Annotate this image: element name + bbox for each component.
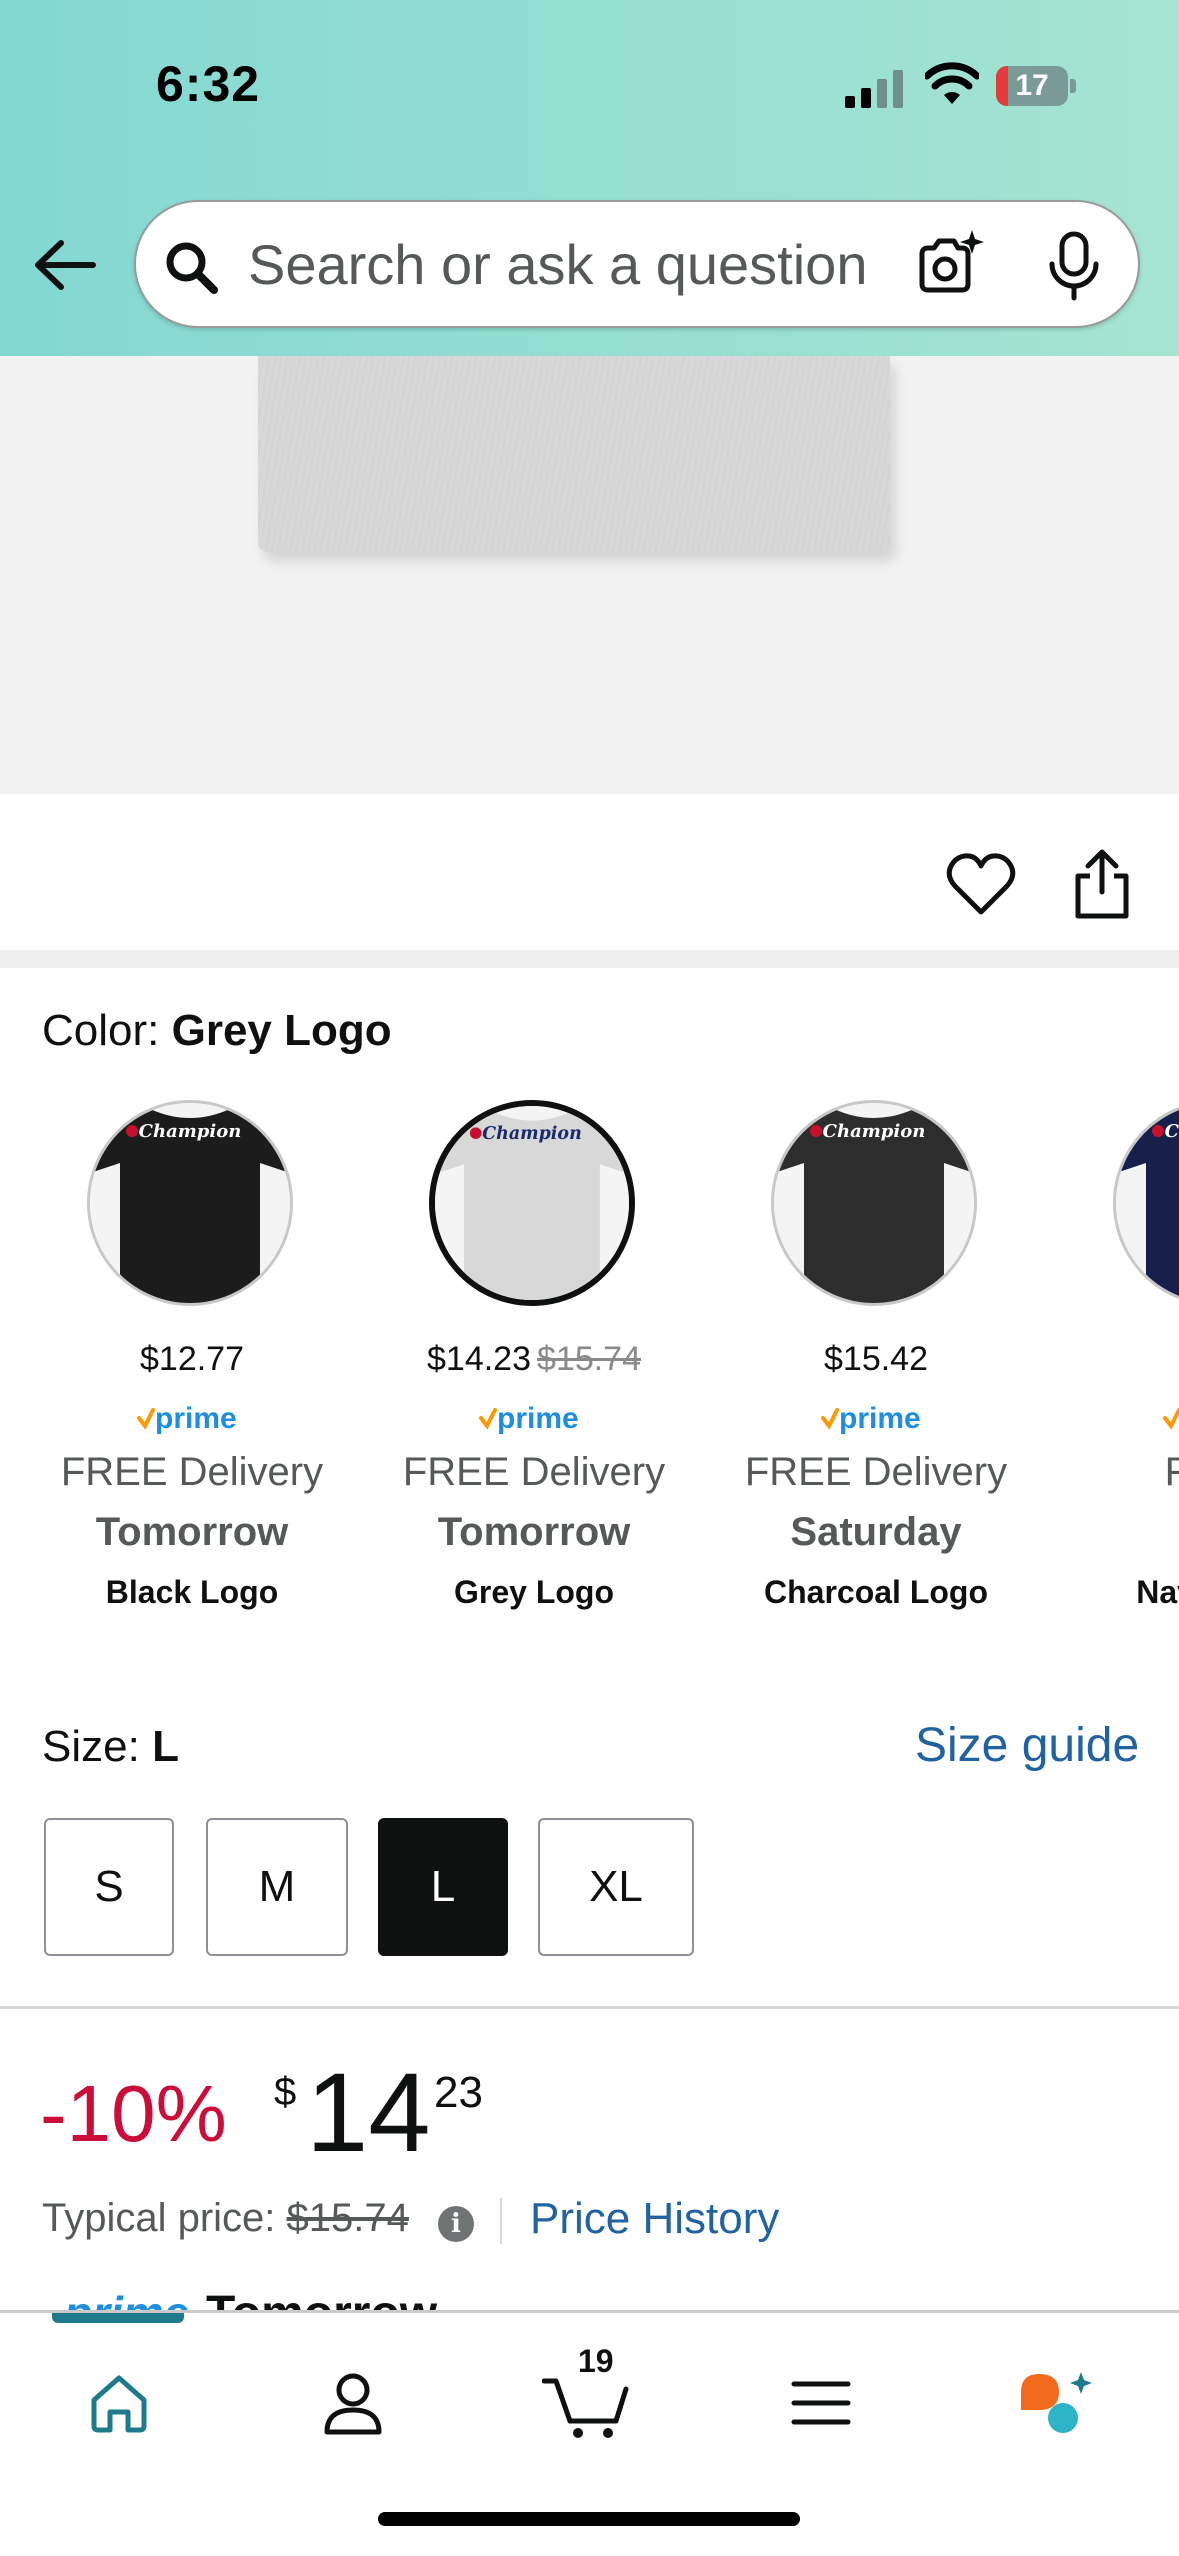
search-bar[interactable]: Search or ask a question [134, 200, 1140, 328]
nav-rufus[interactable] [1000, 2353, 1110, 2453]
color-swatch-carousel[interactable]: Champion $12.77 prime FREE Delivery Tomorrow… [0, 1090, 1179, 1650]
active-tab-indicator [52, 2313, 184, 2323]
swatch-color-name: Navy Logo [1136, 1574, 1179, 1610]
header: 6:32 17 Search or ask a question [0, 0, 1179, 356]
arrow-left-icon [35, 240, 96, 290]
size-guide-link[interactable]: Size guide [915, 1718, 1139, 1773]
svg-text:prime: prime [155, 1402, 237, 1435]
svg-text:Champion: Champion [482, 1124, 582, 1144]
swatch-delivery: FREE [1164, 1450, 1179, 1494]
menu-icon [791, 2381, 851, 2425]
size-label: Size: L [42, 1722, 179, 1771]
tshirt-icon: Champion [90, 1103, 290, 1303]
color-swatch[interactable]: Champion $12.77 prime FREE Delivery Tomorrow… [27, 1090, 357, 1650]
prime-logo: prime [479, 1402, 579, 1435]
nav-menu[interactable] [766, 2353, 876, 2453]
section-divider [0, 950, 1179, 968]
swatch-image: Champion [87, 1100, 293, 1306]
prime-logo: prime [1163, 1408, 1179, 1430]
tshirt-icon: Champion [1116, 1103, 1179, 1303]
svg-text:prime: prime [497, 1402, 579, 1435]
selected-color: Grey Logo [171, 1006, 392, 1055]
swatch-price: $15.42 [824, 1340, 928, 1378]
nav-account[interactable] [298, 2353, 408, 2453]
size-option-xl[interactable]: XL [538, 1818, 694, 1956]
discount-percent: -10% [40, 2069, 227, 2158]
swatch-delivery-day: Tomorrow [95, 1510, 289, 1554]
nav-home[interactable] [64, 2353, 174, 2453]
share-icon[interactable] [1072, 846, 1132, 920]
swatch-delivery-day: Tomorrow [437, 1510, 631, 1554]
swatch-image: Champion [429, 1100, 635, 1306]
price-whole: 14 [306, 2050, 431, 2175]
home-indicator [378, 2512, 800, 2526]
swatch-delivery: FREE Delivery [402, 1450, 666, 1494]
delivery-day: Tomorrow [206, 2286, 437, 2312]
rufus-assistant-icon [1021, 2372, 1092, 2433]
color-swatch[interactable]: Champion $ prime FREE F Navy Logo [1053, 1090, 1179, 1650]
separator [500, 2198, 502, 2244]
cart-count: 19 [578, 2343, 614, 2379]
camera-sparkle-icon[interactable] [912, 228, 984, 300]
account-icon [324, 2373, 382, 2435]
price-fraction: 23 [434, 2068, 483, 2117]
home-icon [91, 2375, 147, 2433]
size-option-l[interactable]: L [378, 1818, 508, 1956]
microphone-icon[interactable] [1044, 230, 1104, 302]
heart-icon[interactable] [946, 850, 1016, 920]
status-time: 6:32 [156, 56, 261, 112]
back-button[interactable] [30, 230, 100, 300]
battery-level: 17 [1015, 69, 1049, 102]
swatch-color-name: Black Logo [105, 1574, 279, 1610]
swatch-delivery-day: Saturday [790, 1510, 962, 1554]
tshirt-icon: Champion [435, 1106, 629, 1300]
product-image[interactable] [0, 356, 1179, 794]
tshirt-icon: Champion [774, 1103, 974, 1303]
typical-price-value: $15.74 [286, 2196, 409, 2240]
battery-icon: 17 [996, 66, 1076, 106]
price-history-link[interactable]: Price History [530, 2194, 779, 2244]
selected-size: L [152, 1722, 179, 1771]
price-symbol: $ [274, 2070, 297, 2114]
delivery-peek: prime Tomorrow [50, 2286, 530, 2312]
prime-logo: prime [137, 1402, 237, 1435]
color-swatch[interactable]: Champion $15.42 prime FREE Delivery Saturday… [711, 1090, 1041, 1650]
swatch-price: $ [1053, 1340, 1179, 1379]
color-swatch[interactable]: Champion $14.23 $15.74 prime FREE Delivery To… [369, 1090, 699, 1650]
swatch-price: $14.23 $15.74 [427, 1340, 641, 1378]
swatch-image: Champion [1113, 1100, 1179, 1306]
swatch-delivery-day: F [1053, 1510, 1179, 1555]
info-icon[interactable]: i [438, 2206, 474, 2242]
product-photo-tshirt [258, 356, 890, 552]
search-icon [166, 242, 218, 294]
svg-text:prime: prime [839, 1402, 921, 1435]
section-divider [0, 2006, 1179, 2009]
wifi-icon [925, 62, 979, 104]
product-actions [0, 794, 1179, 950]
size-option-s[interactable]: S [44, 1818, 174, 1956]
swatch-list-price: $15.74 [537, 1340, 641, 1378]
prime-badge: prime [64, 2286, 189, 2312]
swatch-color-name: Grey Logo [453, 1574, 614, 1610]
svg-text:Champion: Champion [1165, 1121, 1179, 1142]
swatch-color-name: Charcoal Logo [763, 1574, 988, 1610]
size-option-m[interactable]: M [206, 1818, 348, 1956]
cellular-signal-icon [845, 70, 903, 108]
swatch-price: $12.77 [140, 1340, 244, 1378]
search-input[interactable]: Search or ask a question [248, 232, 928, 298]
svg-text:Champion: Champion [139, 1121, 242, 1142]
prime-logo: prime [821, 1402, 921, 1435]
color-label: Color: Grey Logo [42, 1006, 392, 1055]
swatch-delivery: FREE Delivery [744, 1450, 1008, 1494]
svg-text:Champion: Champion [823, 1121, 926, 1142]
typical-price: Typical price: $15.74 [42, 2196, 409, 2240]
swatch-delivery: FREE Delivery [60, 1450, 324, 1494]
swatch-image: Champion [771, 1100, 977, 1306]
